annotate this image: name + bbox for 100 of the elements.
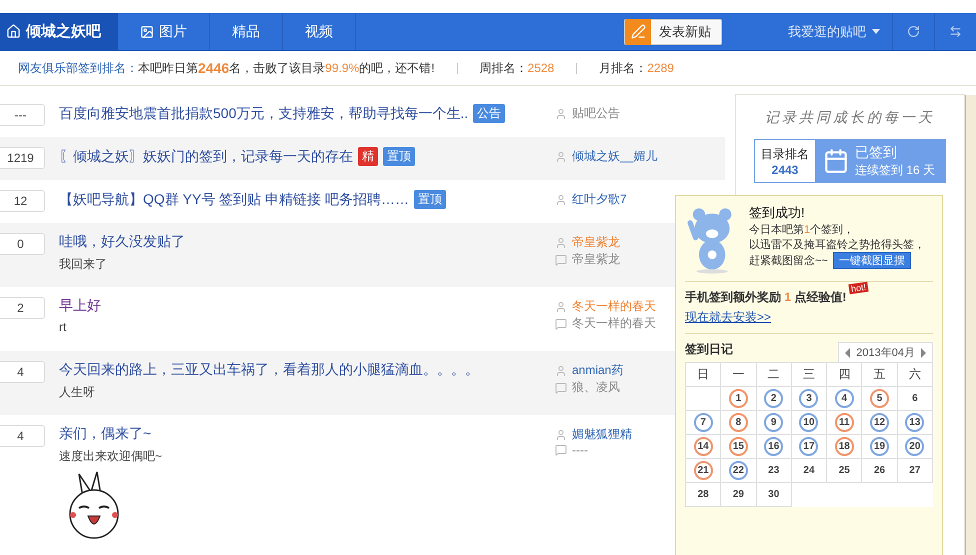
last-reply-user: ---- bbox=[572, 443, 588, 457]
signed-day: 2 bbox=[764, 389, 784, 408]
post-excerpt: 人生呀 bbox=[59, 384, 96, 401]
post-title[interactable]: 〖倾城之妖〗妖妖门的签到，记录每一天的存在 bbox=[59, 148, 353, 166]
signed-day: 19 bbox=[870, 437, 890, 456]
calendar-day: 26 bbox=[870, 461, 890, 480]
weekday-label: 二 bbox=[768, 366, 780, 383]
signed-day: 8 bbox=[728, 413, 748, 432]
nav-tab[interactable]: 精品 bbox=[210, 13, 283, 50]
sign-order-text: 今日本吧第1个签到， bbox=[749, 223, 856, 237]
post-title[interactable]: 亲们，偶来了~ bbox=[59, 425, 152, 443]
author-name[interactable]: 红叶夕歌7 bbox=[572, 191, 627, 208]
comment-icon bbox=[555, 444, 567, 456]
signed-day: 14 bbox=[694, 437, 713, 456]
signed-day: 12 bbox=[870, 413, 890, 432]
author-name[interactable]: anmian药 bbox=[572, 362, 624, 379]
home-icon bbox=[6, 24, 21, 39]
hot-badge: hot! bbox=[848, 282, 869, 294]
calendar-day: 29 bbox=[728, 485, 748, 504]
post-title[interactable]: 哇哦，好久没发贴了 bbox=[59, 233, 185, 251]
user-icon bbox=[555, 428, 567, 440]
user-icon bbox=[555, 236, 567, 248]
calendar-day: 6 bbox=[905, 389, 924, 408]
calendar-day: 25 bbox=[834, 461, 854, 480]
streak-text: 连续签到 16 天 bbox=[855, 162, 936, 178]
calendar-day: 30 bbox=[764, 485, 784, 504]
user-icon bbox=[555, 108, 567, 120]
post-excerpt: rt bbox=[59, 320, 68, 334]
picture-icon bbox=[140, 24, 154, 38]
publish-post-button[interactable]: 发表新贴 bbox=[624, 18, 722, 44]
author-name[interactable]: 媚魅狐狸精 bbox=[572, 426, 632, 443]
signed-day: 7 bbox=[694, 413, 713, 432]
signed-day: 11 bbox=[834, 413, 854, 432]
post-excerpt: 我回来了 bbox=[59, 256, 108, 273]
signed-day: 17 bbox=[799, 437, 818, 456]
nav-tab[interactable]: 图片 bbox=[118, 13, 210, 50]
weekday-label: 五 bbox=[874, 366, 886, 383]
calendar-day: 27 bbox=[905, 461, 924, 480]
calendar-day: 24 bbox=[799, 461, 818, 480]
last-reply-user: 帝皇紫龙 bbox=[572, 251, 620, 268]
reply-count: --- bbox=[0, 104, 45, 126]
user-icon bbox=[555, 150, 567, 162]
forum-name[interactable]: 倾城之妖吧 bbox=[0, 13, 118, 50]
week-rank: 2528 bbox=[528, 61, 554, 75]
post-title[interactable]: 百度向雅安地震首批捐款500万元，支持雅安，帮助寻找每一个生.. bbox=[59, 104, 468, 122]
user-icon bbox=[555, 300, 567, 312]
signed-day: 4 bbox=[834, 389, 854, 408]
mobile-reward-text: 手机签到额外奖励 1 点经验值! bbox=[685, 289, 846, 306]
pen-icon bbox=[625, 18, 651, 44]
weekday-label: 四 bbox=[838, 366, 850, 383]
weekday-label: 三 bbox=[802, 366, 815, 383]
signed-day: 18 bbox=[834, 437, 854, 456]
post-title[interactable]: 早上好 bbox=[59, 297, 101, 315]
signed-day: 22 bbox=[728, 461, 748, 480]
post-title[interactable]: 【妖吧导航】QQ群 YY号 签到贴 申精链接 吧务招聘…… bbox=[59, 190, 410, 208]
message-line: 赶紧截图留念~~ bbox=[749, 255, 828, 267]
caret-icon bbox=[872, 29, 880, 34]
signed-day: 9 bbox=[764, 413, 784, 432]
last-reply-user: 冬天一样的春天 bbox=[572, 315, 656, 332]
club-rank-link[interactable]: 网友俱乐部签到排名： bbox=[18, 60, 138, 76]
message-line: 以迅雷不及掩耳盗铃之势抢得头签， bbox=[749, 238, 925, 252]
signed-day: 3 bbox=[799, 389, 818, 408]
calendar-day: 23 bbox=[764, 461, 784, 480]
favorite-forums-menu[interactable]: 我爱逛的贴吧 bbox=[774, 13, 892, 50]
post-title[interactable]: 今天回来的路上，三亚又出车祸了，看着那人的小腿猛滴血。。。。 bbox=[59, 361, 479, 379]
last-reply-user: 狼、凌风 bbox=[572, 379, 620, 396]
signed-day: 21 bbox=[694, 461, 713, 480]
rank-text: 99.9% bbox=[325, 61, 360, 75]
user-icon bbox=[555, 194, 567, 206]
post-tag: 置顶 bbox=[383, 147, 415, 166]
month-label: 2013年04月 bbox=[856, 346, 915, 360]
post-tag: 置顶 bbox=[414, 190, 446, 209]
post-tag: 精 bbox=[358, 147, 378, 166]
calendar-icon bbox=[823, 148, 849, 174]
rank-text: 2446 bbox=[198, 60, 230, 76]
signed-day: 15 bbox=[728, 437, 748, 456]
reply-count: 4 bbox=[0, 425, 45, 447]
success-title: 签到成功! bbox=[749, 204, 806, 222]
rank-text: 的吧，还不错! bbox=[359, 60, 435, 76]
install-link[interactable]: 现在就去安装>> bbox=[685, 309, 772, 326]
reply-count: 12 bbox=[0, 190, 45, 212]
author-name[interactable]: 贴吧公告 bbox=[572, 105, 620, 122]
nav-tab[interactable]: 视频 bbox=[283, 13, 356, 50]
weekday-label: 一 bbox=[732, 366, 744, 383]
weekday-label: 六 bbox=[908, 366, 921, 383]
signed-day: 16 bbox=[764, 437, 784, 456]
screenshot-share-button[interactable]: 一键截图显摆 bbox=[832, 252, 911, 269]
month-rank-label: 月排名： bbox=[599, 60, 648, 76]
author-name[interactable]: 倾城之妖__媚儿 bbox=[572, 148, 658, 165]
rank-number: 2443 bbox=[772, 162, 798, 176]
signed-day: 13 bbox=[905, 413, 924, 432]
reply-count: 0 bbox=[0, 233, 45, 255]
reply-count: 4 bbox=[0, 361, 45, 383]
post-tag: 公告 bbox=[473, 104, 506, 123]
week-rank-label: 周排名： bbox=[480, 60, 528, 76]
calendar-day: 28 bbox=[694, 485, 713, 504]
sign-status: 已签到 bbox=[855, 144, 898, 162]
comment-icon bbox=[555, 318, 567, 330]
month-rank: 2289 bbox=[647, 61, 674, 75]
comment-icon bbox=[555, 254, 567, 266]
